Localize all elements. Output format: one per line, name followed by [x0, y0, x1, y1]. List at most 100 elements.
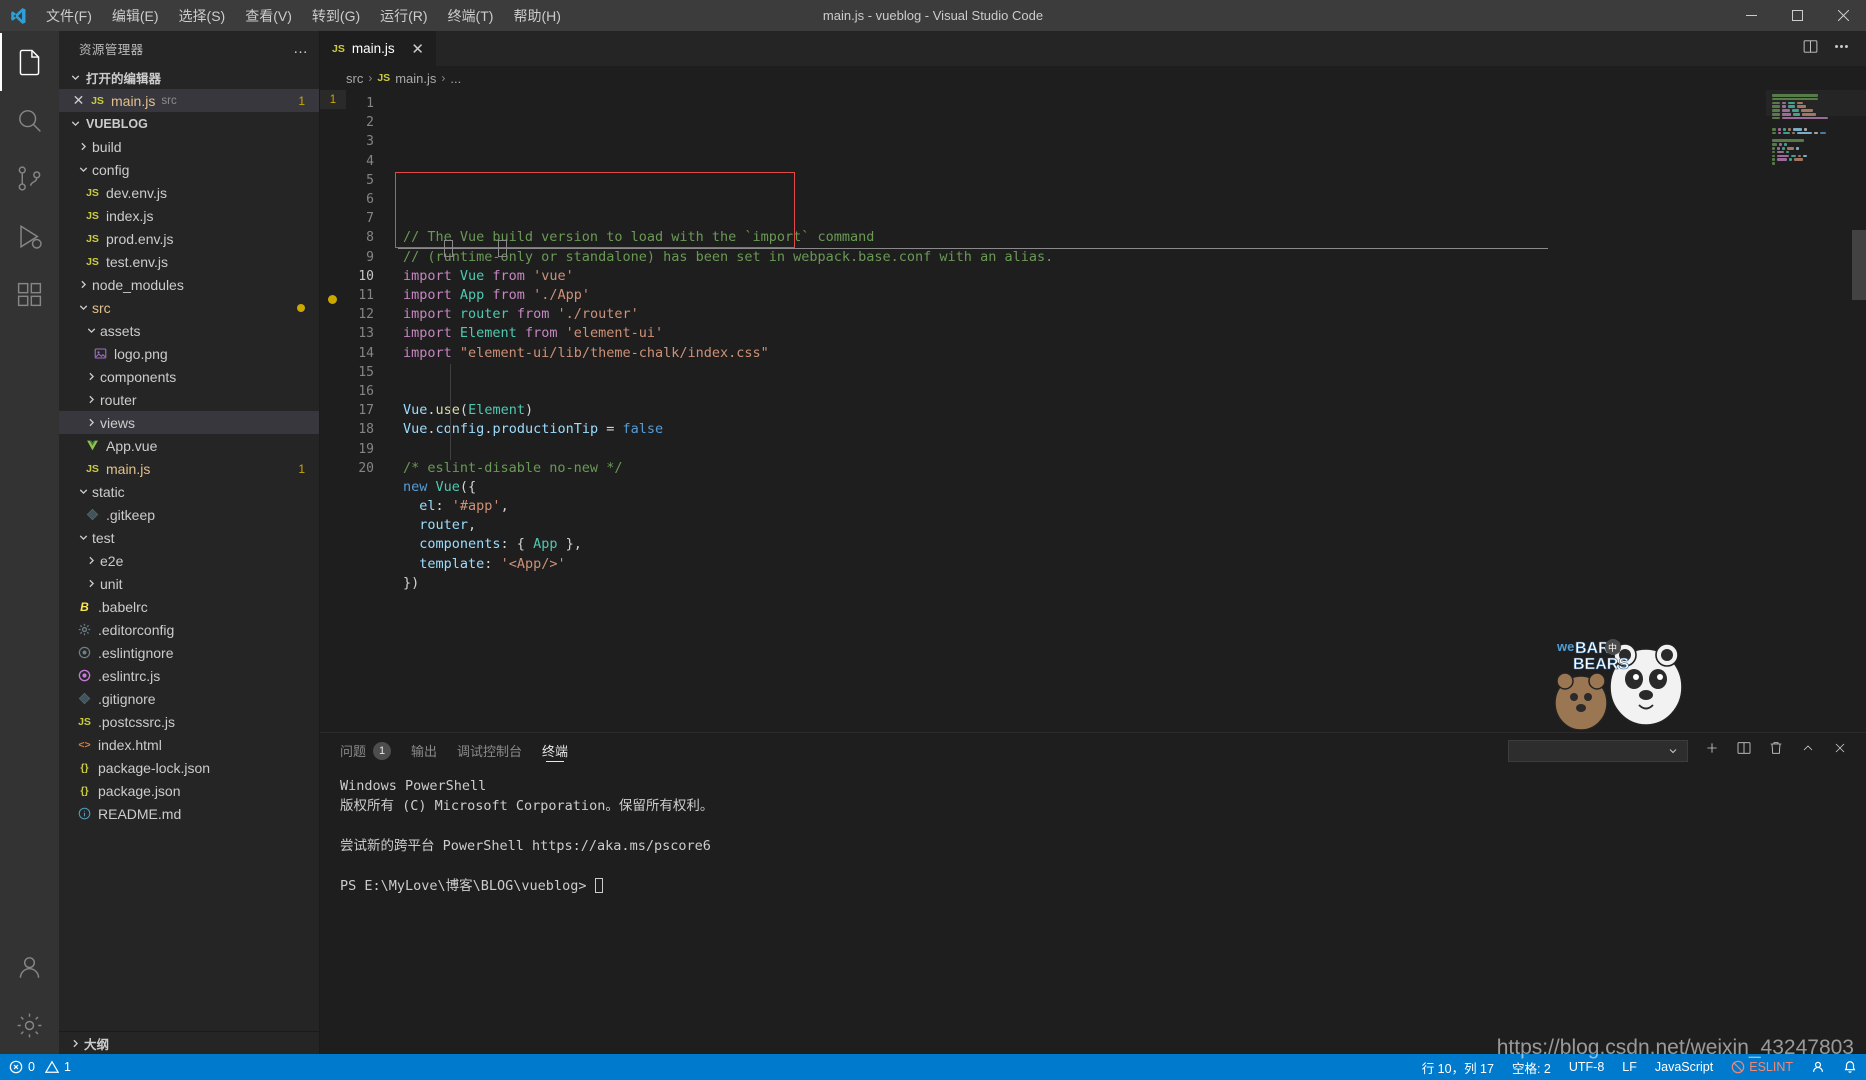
more-actions-icon[interactable]: [1833, 38, 1850, 60]
panel-tab-problems[interactable]: 问题 1: [340, 733, 392, 768]
status-eslint[interactable]: ESLINT: [1722, 1054, 1802, 1080]
tree-folder-test[interactable]: test: [59, 526, 319, 549]
tab-mainjs[interactable]: JS main.js ✕: [320, 31, 437, 66]
breadcrumb-src[interactable]: src: [346, 71, 363, 86]
terminal-output[interactable]: Windows PowerShell 版权所有 (C) Microsoft Cor…: [320, 768, 1866, 1054]
breadcrumb-symbol[interactable]: ...: [450, 71, 461, 86]
tree-file-eslintrc-js[interactable]: .eslintrc.js: [59, 664, 319, 687]
tree-file-test-env-js[interactable]: JS test.env.js: [59, 250, 319, 273]
tree-file-index-html[interactable]: <> index.html: [59, 733, 319, 756]
tree-file-prod-env-js[interactable]: JS prod.env.js: [59, 227, 319, 250]
code-line[interactable]: import "element-ui/lib/theme-chalk/index…: [403, 344, 1766, 363]
tree-file-index-js[interactable]: JS index.js: [59, 204, 319, 227]
code-line[interactable]: import Vue from 'vue': [403, 267, 1766, 286]
status-accounts[interactable]: [1802, 1054, 1834, 1080]
tree-file-package-lock-json[interactable]: {} package-lock.json: [59, 756, 319, 779]
panel-tab-terminal[interactable]: 终端: [542, 733, 568, 768]
code-line[interactable]: }): [403, 574, 1766, 593]
code-line[interactable]: import Element from 'element-ui': [403, 324, 1766, 343]
tree-file-babelrc[interactable]: B .babelrc: [59, 595, 319, 618]
close-panel-icon[interactable]: [1832, 740, 1848, 761]
sidebar-item-explorer[interactable]: [0, 33, 59, 91]
tree-file-gitkeep[interactable]: .gitkeep: [59, 503, 319, 526]
tree-folder-views[interactable]: views: [59, 411, 319, 434]
tree-folder-components[interactable]: components: [59, 365, 319, 388]
breadcrumb[interactable]: src › JS main.js › ...: [320, 66, 1866, 90]
code-line[interactable]: // The Vue build version to load with th…: [403, 228, 1766, 247]
menu-terminal[interactable]: 终端(T): [438, 2, 504, 30]
code-line[interactable]: [403, 593, 1766, 612]
window-controls[interactable]: [1728, 0, 1866, 31]
menu-file[interactable]: 文件(F): [36, 2, 102, 30]
code-line[interactable]: Vue.config.productionTip = false: [403, 420, 1766, 439]
menu-edit[interactable]: 编辑(E): [102, 2, 169, 30]
tree-file-app-vue[interactable]: App.vue: [59, 434, 319, 457]
file-tree[interactable]: build config JS dev.env.js JS index.js JS prod.…: [59, 135, 319, 825]
tree-file-dev-env-js[interactable]: JS dev.env.js: [59, 181, 319, 204]
open-editor-item-mainjs[interactable]: ✕ JS main.js src 1: [59, 89, 319, 112]
tree-file-postcssrc-js[interactable]: JS .postcssrc.js: [59, 710, 319, 733]
menu-bar[interactable]: 文件(F) 编辑(E) 选择(S) 查看(V) 转到(G) 运行(R) 终端(T…: [36, 2, 571, 30]
panel-tab-output[interactable]: 输出: [411, 733, 437, 768]
tree-folder-unit[interactable]: unit: [59, 572, 319, 595]
code-line[interactable]: [403, 439, 1766, 458]
tree-file-eslintignore[interactable]: .eslintignore: [59, 641, 319, 664]
terminal-selector-dropdown[interactable]: [1508, 739, 1688, 762]
tree-folder-src[interactable]: src: [59, 296, 319, 319]
tab-close-icon[interactable]: ✕: [410, 40, 426, 58]
tree-file-gitignore[interactable]: .gitignore: [59, 687, 319, 710]
menu-selection[interactable]: 选择(S): [169, 2, 236, 30]
status-notifications[interactable]: [1834, 1054, 1866, 1080]
add-terminal-icon[interactable]: [1704, 740, 1720, 761]
menu-go[interactable]: 转到(G): [302, 2, 370, 30]
maximize-button[interactable]: [1774, 0, 1820, 31]
tree-file-main-js[interactable]: JS main.js 1: [59, 457, 319, 480]
outline-section-header[interactable]: 大纲: [59, 1031, 319, 1054]
tree-folder-config[interactable]: config: [59, 158, 319, 181]
tree-folder-assets[interactable]: assets: [59, 319, 319, 342]
split-terminal-icon[interactable]: [1736, 740, 1752, 761]
tree-file-package-json[interactable]: {} package.json: [59, 779, 319, 802]
tree-folder-node-modules[interactable]: node_modules: [59, 273, 319, 296]
tree-file-editorconfig[interactable]: .editorconfig: [59, 618, 319, 641]
project-section-header[interactable]: VUEBLOG: [59, 112, 319, 135]
menu-view[interactable]: 查看(V): [235, 2, 302, 30]
sidebar-item-extensions[interactable]: [0, 265, 59, 323]
open-editors-section-header[interactable]: 打开的编辑器: [59, 66, 319, 89]
close-button[interactable]: [1820, 0, 1866, 31]
kill-terminal-icon[interactable]: [1768, 740, 1784, 761]
status-indentation[interactable]: 空格: 2: [1503, 1054, 1560, 1080]
close-icon[interactable]: ✕: [69, 92, 88, 109]
tree-folder-e2e[interactable]: e2e: [59, 549, 319, 572]
sidebar-item-source-control[interactable]: [0, 149, 59, 207]
minimize-button[interactable]: [1728, 0, 1774, 31]
explorer-more-actions[interactable]: …: [293, 40, 309, 57]
code-line[interactable]: import App from './App': [403, 286, 1766, 305]
explorer-tree-scroll[interactable]: 打开的编辑器 ✕ JS main.js src 1 VUEBLOG build c…: [59, 66, 319, 1031]
code-line[interactable]: [403, 363, 1766, 382]
manage-settings-button[interactable]: [0, 996, 59, 1054]
code-line[interactable]: // (runtime-only or standalone) has been…: [403, 248, 1766, 267]
code-line[interactable]: Vue.use(Element): [403, 401, 1766, 420]
panel-tab-debug-console[interactable]: 调试控制台: [457, 733, 522, 768]
menu-run[interactable]: 运行(R): [370, 2, 437, 30]
breadcrumb-file[interactable]: main.js: [395, 71, 436, 86]
tree-folder-build[interactable]: build: [59, 135, 319, 158]
tree-folder-router[interactable]: router: [59, 388, 319, 411]
code-line[interactable]: new Vue({: [403, 478, 1766, 497]
code-line[interactable]: import router from './router': [403, 305, 1766, 324]
tree-file-logo-png[interactable]: logo.png: [59, 342, 319, 365]
split-editor-icon[interactable]: [1802, 38, 1819, 60]
tree-file-readme-md[interactable]: README.md: [59, 802, 319, 825]
tree-folder-static[interactable]: static: [59, 480, 319, 503]
code-line[interactable]: router,: [403, 516, 1766, 535]
status-encoding[interactable]: UTF-8: [1560, 1054, 1613, 1080]
code-line[interactable]: el: '#app',: [403, 497, 1766, 516]
chevron-up-icon[interactable]: [1800, 740, 1816, 761]
sidebar-item-search[interactable]: [0, 91, 59, 149]
status-eol[interactable]: LF: [1613, 1054, 1646, 1080]
code-line[interactable]: components: { App },: [403, 535, 1766, 554]
menu-help[interactable]: 帮助(H): [503, 2, 570, 30]
editor-scrollbar[interactable]: [1852, 90, 1866, 732]
status-problems[interactable]: 0 1: [0, 1054, 80, 1080]
